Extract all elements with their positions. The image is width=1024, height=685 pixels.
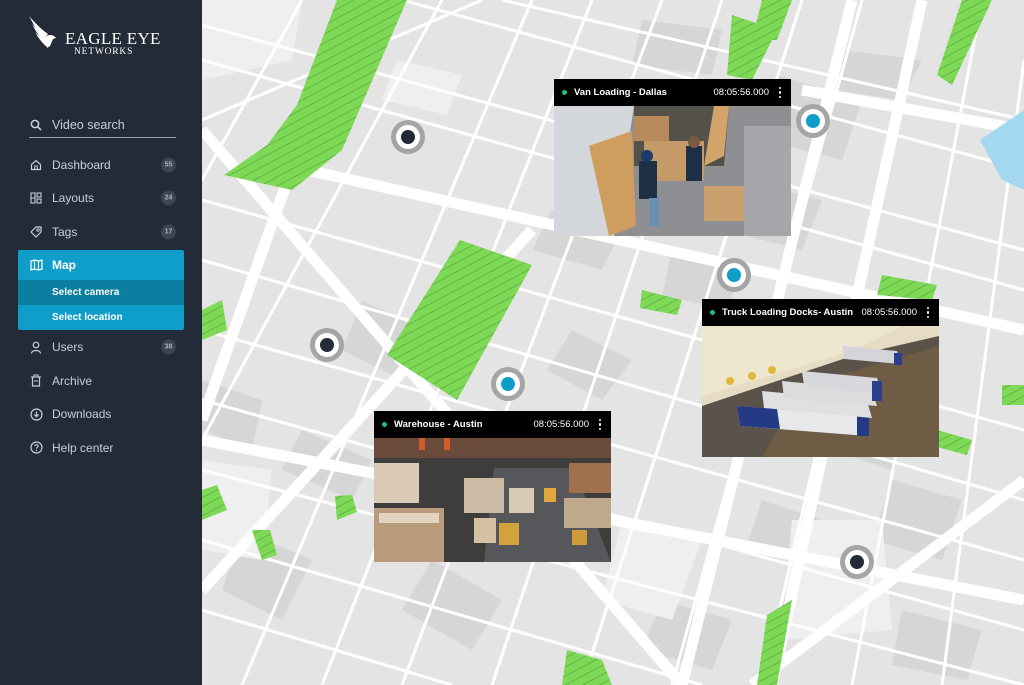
camera-name: Warehouse - Austin (394, 419, 483, 430)
more-options-icon[interactable] (925, 306, 931, 319)
user-icon (29, 340, 43, 354)
count-badge: 17 (161, 224, 176, 240)
map-view[interactable]: Van Loading - Dallas 08:05:56.000 Truck … (202, 0, 1024, 685)
sidebar-item-label: Map (52, 257, 76, 272)
camera-timestamp: 08:05:56.000 (713, 87, 769, 98)
sidebar-item-map[interactable]: Map (18, 250, 184, 280)
home-icon (29, 158, 43, 172)
map-icon (29, 258, 43, 272)
video-frame (374, 438, 611, 562)
search-icon (29, 118, 43, 132)
sidebar-item-label: Downloads (52, 407, 112, 422)
video-search-label: Video search (52, 117, 125, 132)
sidebar: EAGLE EYE NETWORKS Video search Dashboar… (0, 0, 202, 685)
sidebar-subitem-select-camera[interactable]: Select camera (18, 279, 184, 305)
sidebar-item-help-center[interactable]: Help center (18, 431, 184, 465)
brand-logo[interactable]: EAGLE EYE NETWORKS (26, 14, 176, 57)
camera-timestamp: 08:05:56.000 (861, 307, 917, 318)
camera-marker-active[interactable] (717, 258, 751, 292)
sidebar-item-label: Layouts (52, 191, 95, 206)
camera-preview-truck-loading-docks[interactable]: Truck Loading Docks- Austin 08:05:56.000 (702, 299, 939, 457)
sidebar-item-label: Dashboard (52, 157, 111, 172)
camera-preview-van-loading[interactable]: Van Loading - Dallas 08:05:56.000 (554, 79, 791, 236)
sidebar-item-layouts[interactable]: Layouts 24 (18, 182, 184, 216)
camera-video-feed[interactable] (374, 438, 611, 562)
camera-marker-active[interactable] (796, 104, 830, 138)
camera-video-feed[interactable] (554, 106, 791, 236)
sidebar-item-label: Users (52, 340, 84, 355)
sidebar-item-tags[interactable]: Tags 17 (18, 215, 184, 249)
camera-video-feed[interactable] (702, 326, 939, 457)
help-icon (29, 441, 43, 455)
camera-marker-dot (850, 555, 864, 569)
brand-subname: NETWORKS (74, 47, 134, 57)
more-options-icon[interactable] (777, 86, 783, 99)
tag-icon (29, 225, 43, 239)
sidebar-group-map: Map Select camera Select location (18, 249, 184, 330)
trash-icon (29, 374, 43, 388)
video-search[interactable]: Video search (29, 112, 176, 138)
sidebar-item-label: Archive (52, 373, 93, 388)
camera-marker-dot (501, 377, 515, 391)
camera-header: Truck Loading Docks- Austin 08:05:56.000 (702, 299, 939, 326)
camera-marker-active[interactable] (491, 367, 525, 401)
sidebar-item-downloads[interactable]: Downloads (18, 398, 184, 432)
camera-name: Truck Loading Docks- Austin (722, 307, 854, 318)
camera-marker-dot (320, 338, 334, 352)
video-frame (554, 106, 791, 236)
camera-marker-dot (401, 130, 415, 144)
status-online-icon (710, 310, 715, 315)
sidebar-item-users[interactable]: Users 38 (18, 331, 184, 365)
sidebar-nav: Dashboard 55 Layouts 24 Tags 17 Map Sele… (18, 148, 184, 465)
count-badge: 24 (161, 190, 176, 206)
sidebar-item-label: Tags (52, 224, 78, 239)
camera-marker[interactable] (391, 120, 425, 154)
camera-marker[interactable] (310, 328, 344, 362)
status-online-icon (382, 422, 387, 427)
status-online-icon (562, 90, 567, 95)
sidebar-item-dashboard[interactable]: Dashboard 55 (18, 148, 184, 182)
camera-marker-dot (806, 114, 820, 128)
brand-name: EAGLE EYE (65, 29, 161, 48)
layouts-icon (29, 191, 43, 205)
camera-marker[interactable] (840, 545, 874, 579)
camera-name: Van Loading - Dallas (574, 87, 667, 98)
video-frame (702, 326, 939, 457)
count-badge: 38 (161, 339, 176, 355)
camera-marker-dot (727, 268, 741, 282)
camera-preview-warehouse[interactable]: Warehouse - Austin 08:05:56.000 (374, 411, 611, 562)
camera-header: Van Loading - Dallas 08:05:56.000 (554, 79, 791, 106)
camera-header: Warehouse - Austin 08:05:56.000 (374, 411, 611, 438)
download-icon (29, 407, 43, 421)
sidebar-item-label: Help center (52, 440, 114, 455)
eagle-icon (29, 16, 56, 48)
camera-timestamp: 08:05:56.000 (533, 419, 589, 430)
more-options-icon[interactable] (597, 418, 603, 431)
sidebar-subitem-select-location[interactable]: Select location (18, 305, 184, 330)
count-badge: 55 (161, 157, 176, 173)
sidebar-item-archive[interactable]: Archive (18, 364, 184, 398)
